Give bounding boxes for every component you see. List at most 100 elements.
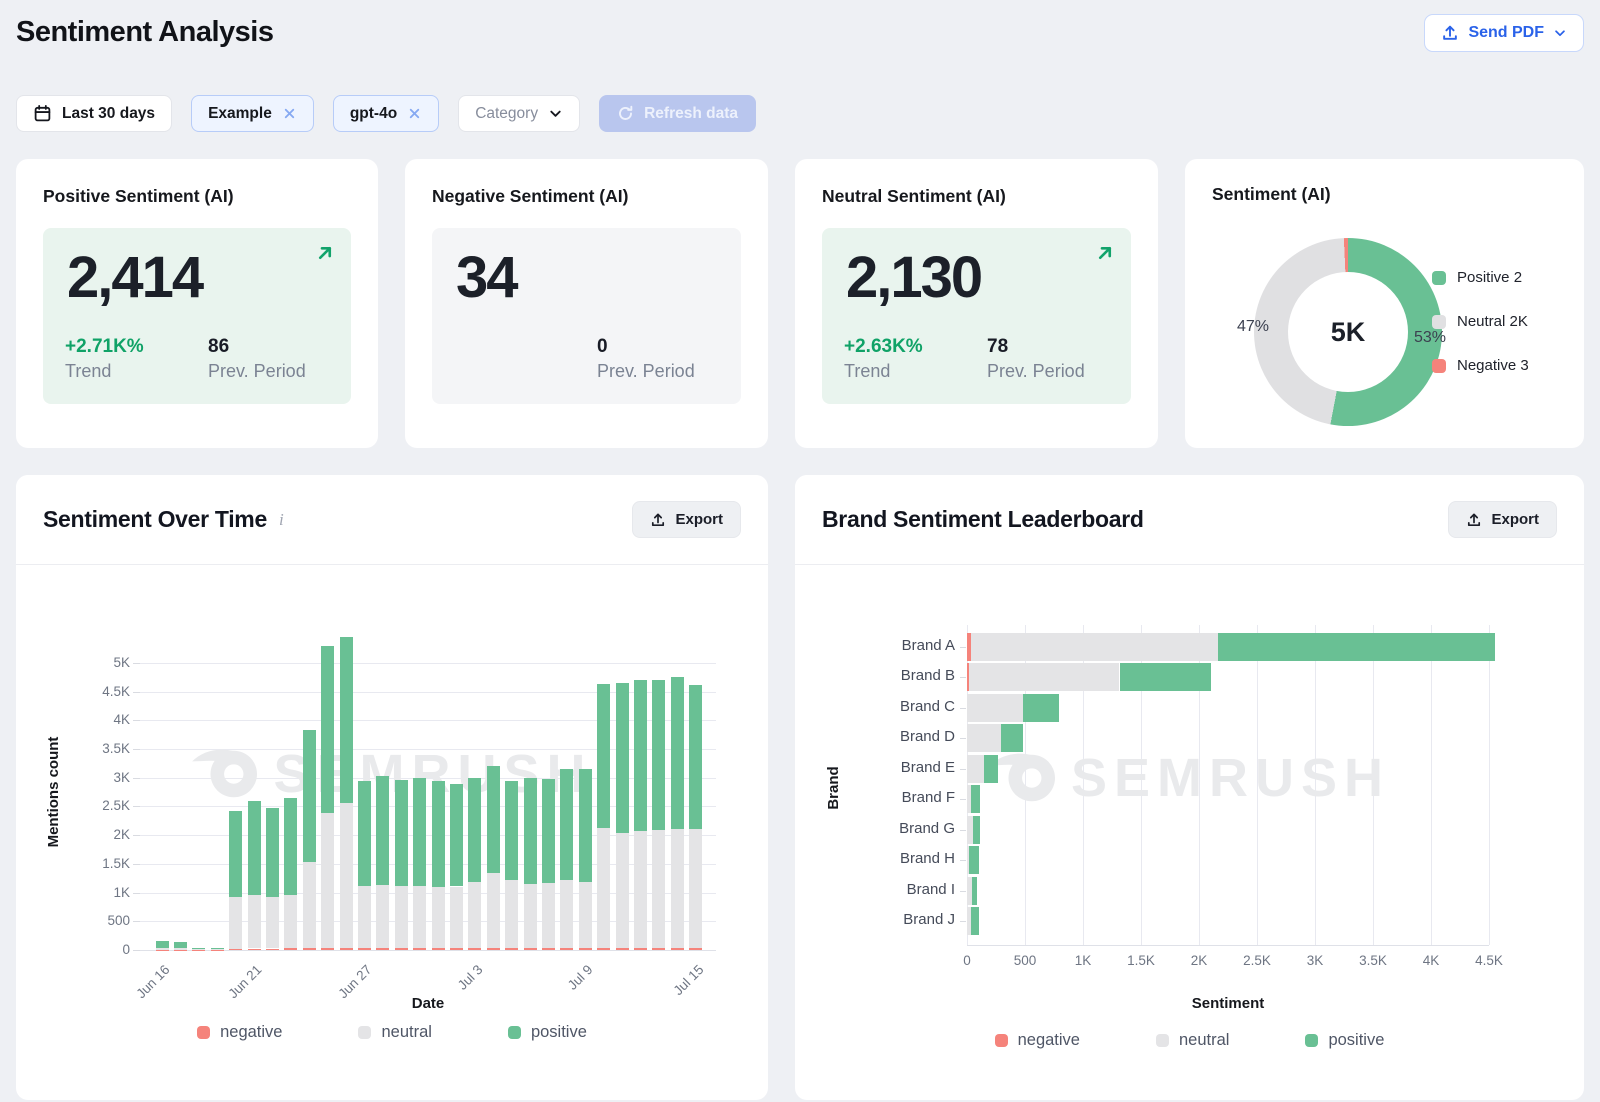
time-bar-segment-neutral[interactable] [560, 880, 573, 948]
legend-item-negative[interactable]: Negative 3 [1432, 357, 1529, 374]
brand-bar-segment-positive[interactable] [971, 907, 979, 935]
time-bar-segment-negative[interactable] [487, 948, 500, 950]
time-bar-segment-neutral[interactable] [487, 873, 500, 948]
time-bar-segment-positive[interactable] [192, 948, 205, 949]
time-bar-segment-negative[interactable] [505, 948, 518, 950]
time-bar-segment-negative[interactable] [597, 948, 610, 950]
info-icon[interactable] [279, 510, 284, 530]
time-bar-segment-neutral[interactable] [597, 828, 610, 949]
time-bar-segment-neutral[interactable] [156, 948, 169, 950]
time-bar-segment-negative[interactable] [174, 950, 187, 951]
time-bar-segment-positive[interactable] [634, 680, 647, 831]
brand-bar-segment-positive[interactable] [971, 785, 980, 813]
time-bar-segment-positive[interactable] [468, 778, 481, 883]
time-bar-segment-neutral[interactable] [358, 886, 371, 948]
time-bar-segment-neutral[interactable] [174, 948, 187, 949]
time-bar-segment-negative[interactable] [303, 948, 316, 950]
time-bar-segment-neutral[interactable] [616, 833, 629, 948]
time-bar-segment-positive[interactable] [248, 801, 261, 896]
time-bar-segment-positive[interactable] [303, 730, 316, 862]
time-bar-segment-positive[interactable] [376, 776, 389, 885]
time-bar-segment-negative[interactable] [468, 948, 481, 950]
brand-bar-segment-positive[interactable] [1001, 724, 1024, 752]
category-dropdown[interactable]: Category [458, 95, 580, 132]
legend-item-negative[interactable]: negative [995, 1031, 1080, 1050]
time-bar-segment-neutral[interactable] [450, 887, 463, 949]
filter-chip-example[interactable]: Example [191, 95, 314, 132]
time-bar-segment-positive[interactable] [689, 685, 702, 829]
time-bar-segment-positive[interactable] [321, 646, 334, 813]
time-bar-segment-neutral[interactable] [376, 885, 389, 948]
export-button[interactable]: Export [632, 501, 741, 538]
time-bar-segment-neutral[interactable] [468, 882, 481, 948]
brand-bar-segment-positive[interactable] [1218, 633, 1495, 661]
time-bar-segment-positive[interactable] [340, 637, 353, 803]
time-bar-segment-positive[interactable] [432, 781, 445, 888]
time-bar-segment-negative[interactable] [284, 948, 297, 950]
filter-chip-gpt4o[interactable]: gpt-4o [333, 95, 439, 132]
time-bar-segment-negative[interactable] [340, 948, 353, 950]
time-bar-segment-positive[interactable] [395, 780, 408, 886]
time-bar-segment-positive[interactable] [284, 798, 297, 896]
time-bar-segment-neutral[interactable] [542, 883, 555, 948]
time-bar-segment-negative[interactable] [156, 950, 169, 951]
time-bar-segment-positive[interactable] [671, 677, 684, 829]
time-bar-segment-positive[interactable] [597, 684, 610, 828]
time-bar-segment-negative[interactable] [358, 948, 371, 950]
time-bar-segment-positive[interactable] [413, 778, 426, 886]
time-bar-segment-negative[interactable] [542, 948, 555, 950]
time-bar-segment-neutral[interactable] [321, 813, 334, 948]
send-pdf-button[interactable]: Send PDF [1424, 14, 1584, 52]
time-bar-segment-neutral[interactable] [248, 895, 261, 948]
time-bar-segment-negative[interactable] [616, 948, 629, 950]
time-bar-segment-negative[interactable] [450, 948, 463, 950]
time-bar-segment-neutral[interactable] [340, 803, 353, 948]
time-bar-segment-neutral[interactable] [524, 884, 537, 948]
time-bar-segment-positive[interactable] [266, 808, 279, 898]
time-bar-segment-positive[interactable] [174, 942, 187, 948]
time-bar-segment-neutral[interactable] [303, 862, 316, 948]
time-bar-segment-neutral[interactable] [505, 880, 518, 948]
brand-bar-segment-neutral[interactable] [967, 755, 984, 783]
time-bar-segment-neutral[interactable] [395, 886, 408, 948]
legend-item-neutral[interactable]: Neutral 2K [1432, 313, 1528, 330]
time-bar-segment-positive[interactable] [652, 680, 665, 830]
brand-bar-segment-positive[interactable] [1023, 694, 1059, 722]
time-bar-segment-positive[interactable] [211, 948, 224, 950]
time-bar-segment-positive[interactable] [505, 781, 518, 881]
legend-item-positive[interactable]: Positive 2 [1432, 269, 1522, 286]
brand-bar-segment-positive[interactable] [969, 846, 978, 874]
close-icon[interactable] [282, 106, 297, 121]
brand-bar-segment-neutral[interactable] [967, 694, 1023, 722]
time-bar-segment-neutral[interactable] [229, 897, 242, 949]
brand-bar-segment-neutral[interactable] [969, 663, 1120, 691]
time-bar-segment-negative[interactable] [266, 949, 279, 950]
time-bar-segment-positive[interactable] [358, 781, 371, 887]
time-bar-segment-negative[interactable] [413, 948, 426, 950]
time-bar-segment-positive[interactable] [229, 811, 242, 897]
time-bar-segment-negative[interactable] [376, 948, 389, 950]
time-bar-segment-positive[interactable] [616, 683, 629, 834]
time-bar-segment-neutral[interactable] [432, 887, 445, 948]
legend-item-neutral[interactable]: neutral [1156, 1031, 1229, 1050]
time-bar-segment-positive[interactable] [542, 779, 555, 883]
time-bar-segment-negative[interactable] [248, 949, 261, 950]
brand-bar-segment-positive[interactable] [984, 755, 997, 783]
brand-bar-segment-positive[interactable] [973, 816, 980, 844]
time-bar-segment-neutral[interactable] [413, 886, 426, 949]
time-bar-segment-neutral[interactable] [689, 829, 702, 949]
time-bar-segment-neutral[interactable] [266, 897, 279, 948]
time-bar-segment-neutral[interactable] [579, 882, 592, 949]
brand-bar-segment-positive[interactable] [972, 877, 977, 905]
time-bar-segment-positive[interactable] [524, 778, 537, 884]
time-bar-segment-negative[interactable] [395, 948, 408, 950]
export-button[interactable]: Export [1448, 501, 1557, 538]
brand-bar-segment-neutral[interactable] [967, 724, 1001, 752]
legend-item-positive[interactable]: positive [1305, 1031, 1384, 1050]
time-bar-segment-neutral[interactable] [211, 949, 224, 950]
brand-bar-segment-neutral[interactable] [971, 633, 1218, 661]
time-bar-segment-neutral[interactable] [652, 830, 665, 948]
time-bar-segment-positive[interactable] [560, 769, 573, 880]
time-bar-segment-negative[interactable] [634, 948, 647, 950]
time-bar-segment-negative[interactable] [689, 948, 702, 950]
